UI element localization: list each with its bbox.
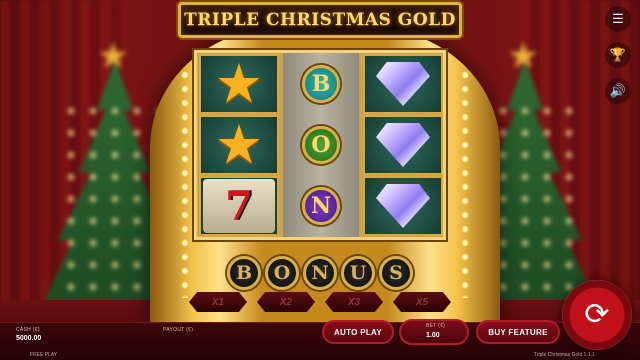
tree-star-icon: ★ — [507, 35, 540, 76]
spin-button[interactable]: ⟳ — [562, 280, 632, 350]
bet-value: 1.00 — [426, 332, 440, 339]
reel-3 — [363, 53, 443, 237]
cash-value: 5000.00 — [16, 335, 42, 342]
spin-arrows-icon: ⟳ — [584, 298, 610, 331]
cash-label: CASH (€) — [16, 327, 40, 333]
bonus-letter-s: S — [379, 256, 413, 290]
reel-window: ★ ★ 7 B O N — [194, 50, 446, 240]
bonus-letter-n: N — [303, 256, 337, 290]
buy-feature-button[interactable]: BUY FEATURE — [476, 320, 560, 344]
star-symbol-icon: ★ — [214, 115, 264, 175]
star-symbol-icon: ★ — [214, 54, 264, 114]
game-title: TRIPLE CHRISTMAS GOLD — [184, 10, 456, 30]
marquee-bulbs-right — [460, 68, 470, 298]
bonus-letter-b: B — [227, 256, 261, 290]
multiplier-x2: X2 — [257, 292, 315, 312]
letter-coin-o: O — [302, 126, 340, 164]
multiplier-x5: X5 — [393, 292, 451, 312]
reel-2: B O N — [283, 53, 359, 237]
tree-star-icon: ★ — [97, 35, 130, 76]
multiplier-x3: X3 — [325, 292, 383, 312]
sound-icon[interactable]: 🔊 — [605, 78, 631, 104]
reel-1-symbol-3: 7 — [199, 176, 279, 236]
marquee-bulbs-left — [180, 68, 190, 298]
reel-2-symbol-2: O — [283, 115, 359, 175]
diamond-symbol-icon — [376, 62, 430, 106]
version-label: Triple Christmas Gold 1.1.1 — [534, 352, 595, 358]
letter-coin-b: B — [302, 65, 340, 103]
reel-2-symbol-3: N — [283, 176, 359, 236]
reel-3-symbol-3 — [363, 176, 443, 236]
multiplier-x1: X1 — [189, 292, 247, 312]
bet-label: BET (€) — [426, 323, 446, 329]
bonus-letter-tracker: B O N U S — [218, 256, 422, 290]
reel-1-symbol-2: ★ — [199, 115, 279, 175]
bonus-letter-o: O — [265, 256, 299, 290]
bonus-letter-u: U — [341, 256, 375, 290]
seven-symbol-icon: 7 — [203, 179, 275, 233]
reel-1-symbol-1: ★ — [199, 54, 279, 114]
free-play-label: FREE PLAY — [30, 352, 58, 358]
payout-label: PAYOUT (€) — [163, 327, 194, 333]
reel-2-symbol-1: B — [283, 54, 359, 114]
diamond-symbol-icon — [376, 184, 430, 228]
letter-coin-n: N — [302, 187, 340, 225]
multiplier-row: X1 X2 X3 X5 — [188, 292, 452, 314]
reel-3-symbol-1 — [363, 54, 443, 114]
game-title-plate: TRIPLE CHRISTMAS GOLD — [178, 2, 462, 38]
diamond-symbol-icon — [376, 123, 430, 167]
trophy-icon[interactable]: 🏆 — [605, 42, 631, 68]
reel-1: ★ ★ 7 — [199, 53, 279, 237]
auto-play-button[interactable]: AUTO PLAY — [322, 320, 394, 344]
reel-3-symbol-2 — [363, 115, 443, 175]
menu-icon[interactable]: ☰ — [605, 6, 631, 32]
